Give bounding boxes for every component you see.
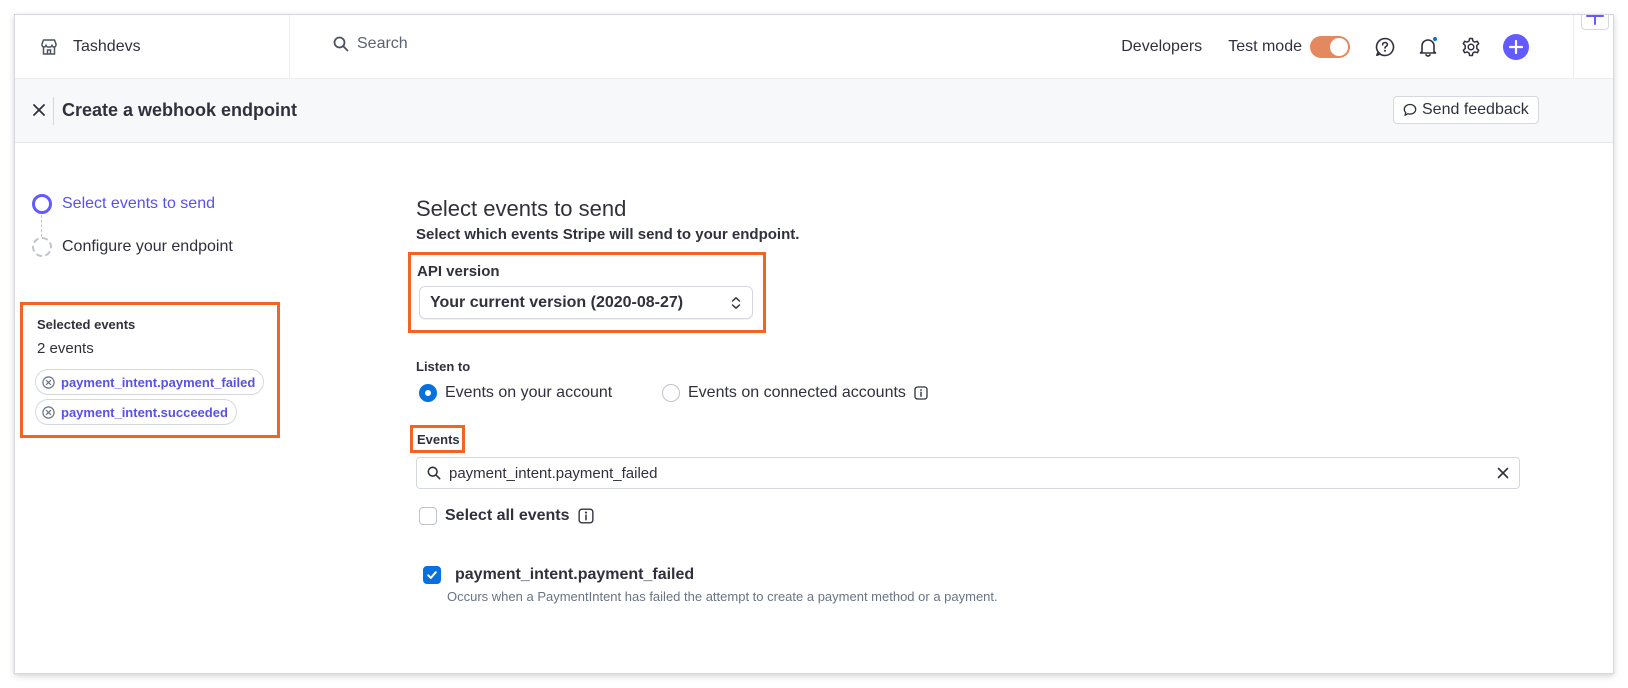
search-input[interactable] (357, 35, 557, 53)
speech-bubble-icon (1403, 103, 1417, 116)
listen-to-label: Listen to (416, 359, 471, 374)
radio-label: Events on connected accounts (688, 384, 906, 401)
selected-events-count: 2 events (37, 340, 94, 357)
side-add-button[interactable] (1580, 15, 1609, 30)
remove-circle-icon[interactable] (42, 375, 55, 389)
selected-event-pill[interactable]: payment_intent.payment_failed (35, 369, 265, 395)
step-connector (41, 215, 42, 237)
select-all-checkbox[interactable] (419, 507, 437, 525)
api-version-section: API version Your current version (2020-0… (408, 252, 766, 333)
api-version-value: Your current version (2020-08-27) (430, 293, 684, 311)
events-label-highlight: Events (410, 425, 465, 453)
side-strip (1573, 15, 1613, 79)
event-checkbox-checked[interactable] (423, 566, 441, 584)
form-title: Select events to send (416, 196, 627, 221)
form-subtitle: Select which events Stripe will send to … (416, 226, 800, 243)
top-bar: Tashdevs Developers Test mode (15, 15, 1613, 79)
test-mode-label: Test mode (1228, 38, 1302, 55)
events-search-input[interactable] (449, 464, 1449, 482)
event-result-item[interactable]: payment_intent.payment_failed Occurs whe… (423, 566, 998, 604)
event-name: payment_intent.payment_failed (455, 566, 695, 583)
radio-unselected[interactable] (662, 384, 680, 402)
step-pending-indicator (32, 237, 52, 257)
events-search[interactable] (416, 457, 1520, 489)
account-switcher[interactable]: Tashdevs (15, 15, 290, 79)
test-mode-toggle[interactable] (1310, 36, 1350, 58)
page-title: Create a webhook endpoint (62, 100, 298, 120)
selected-event-name: payment_intent.succeeded (61, 404, 228, 420)
search-icon (427, 466, 441, 480)
events-label: Events (417, 432, 460, 447)
send-feedback-label: Send feedback (1422, 101, 1529, 118)
selected-events-title: Selected events (37, 317, 136, 332)
remove-circle-icon[interactable] (42, 405, 55, 419)
help-icon (1375, 37, 1395, 57)
radio-events-on-account[interactable]: Events on your account (419, 384, 612, 402)
plus-icon (1585, 15, 1604, 25)
radio-events-on-connected-accounts[interactable]: Events on connected accounts (662, 384, 928, 402)
plus-icon (1509, 40, 1523, 54)
toggle-knob (1330, 38, 1348, 56)
clear-icon[interactable] (1497, 467, 1509, 479)
select-all-label: Select all events (445, 507, 570, 524)
header-divider (53, 97, 54, 125)
notifications-button[interactable] (1417, 36, 1439, 58)
store-icon (41, 39, 57, 55)
chevron-updown-icon (731, 297, 741, 309)
radio-label: Events on your account (445, 384, 613, 401)
developers-link[interactable]: Developers (1121, 38, 1202, 56)
help-button[interactable] (1374, 36, 1396, 58)
settings-button[interactable] (1460, 36, 1482, 58)
page-header: Create a webhook endpoint Send feedback (15, 79, 1613, 143)
selected-event-pill[interactable]: payment_intent.succeeded (35, 399, 237, 425)
step-label: Select events to send (62, 195, 215, 212)
api-version-select[interactable]: Your current version (2020-08-27) (419, 286, 753, 319)
close-icon[interactable] (32, 103, 46, 117)
info-icon[interactable] (914, 386, 928, 400)
radio-selected[interactable] (419, 384, 437, 402)
step-select-events[interactable]: Select events to send (32, 194, 215, 214)
account-name: Tashdevs (73, 38, 141, 55)
select-all-events[interactable]: Select all events (419, 507, 594, 525)
check-icon (427, 571, 437, 579)
app-window: Tashdevs Developers Test mode (14, 14, 1614, 674)
step-label: Configure your endpoint (62, 238, 233, 255)
api-version-label: API version (417, 263, 500, 280)
selected-event-name: payment_intent.payment_failed (61, 374, 256, 390)
selected-events-panel: Selected events 2 events payment_intent.… (20, 302, 280, 438)
send-feedback-button[interactable]: Send feedback (1393, 96, 1539, 124)
search-icon (333, 36, 349, 52)
event-description: Occurs when a PaymentIntent has failed t… (447, 589, 998, 604)
global-search[interactable] (333, 35, 557, 53)
step-configure-endpoint[interactable]: Configure your endpoint (32, 237, 233, 257)
info-icon[interactable] (577, 508, 594, 524)
create-button[interactable] (1503, 34, 1529, 60)
step-current-indicator (32, 194, 52, 214)
top-right-actions: Developers Test mode (1121, 15, 1613, 79)
gear-icon (1462, 37, 1480, 57)
notification-badge (1432, 36, 1438, 42)
